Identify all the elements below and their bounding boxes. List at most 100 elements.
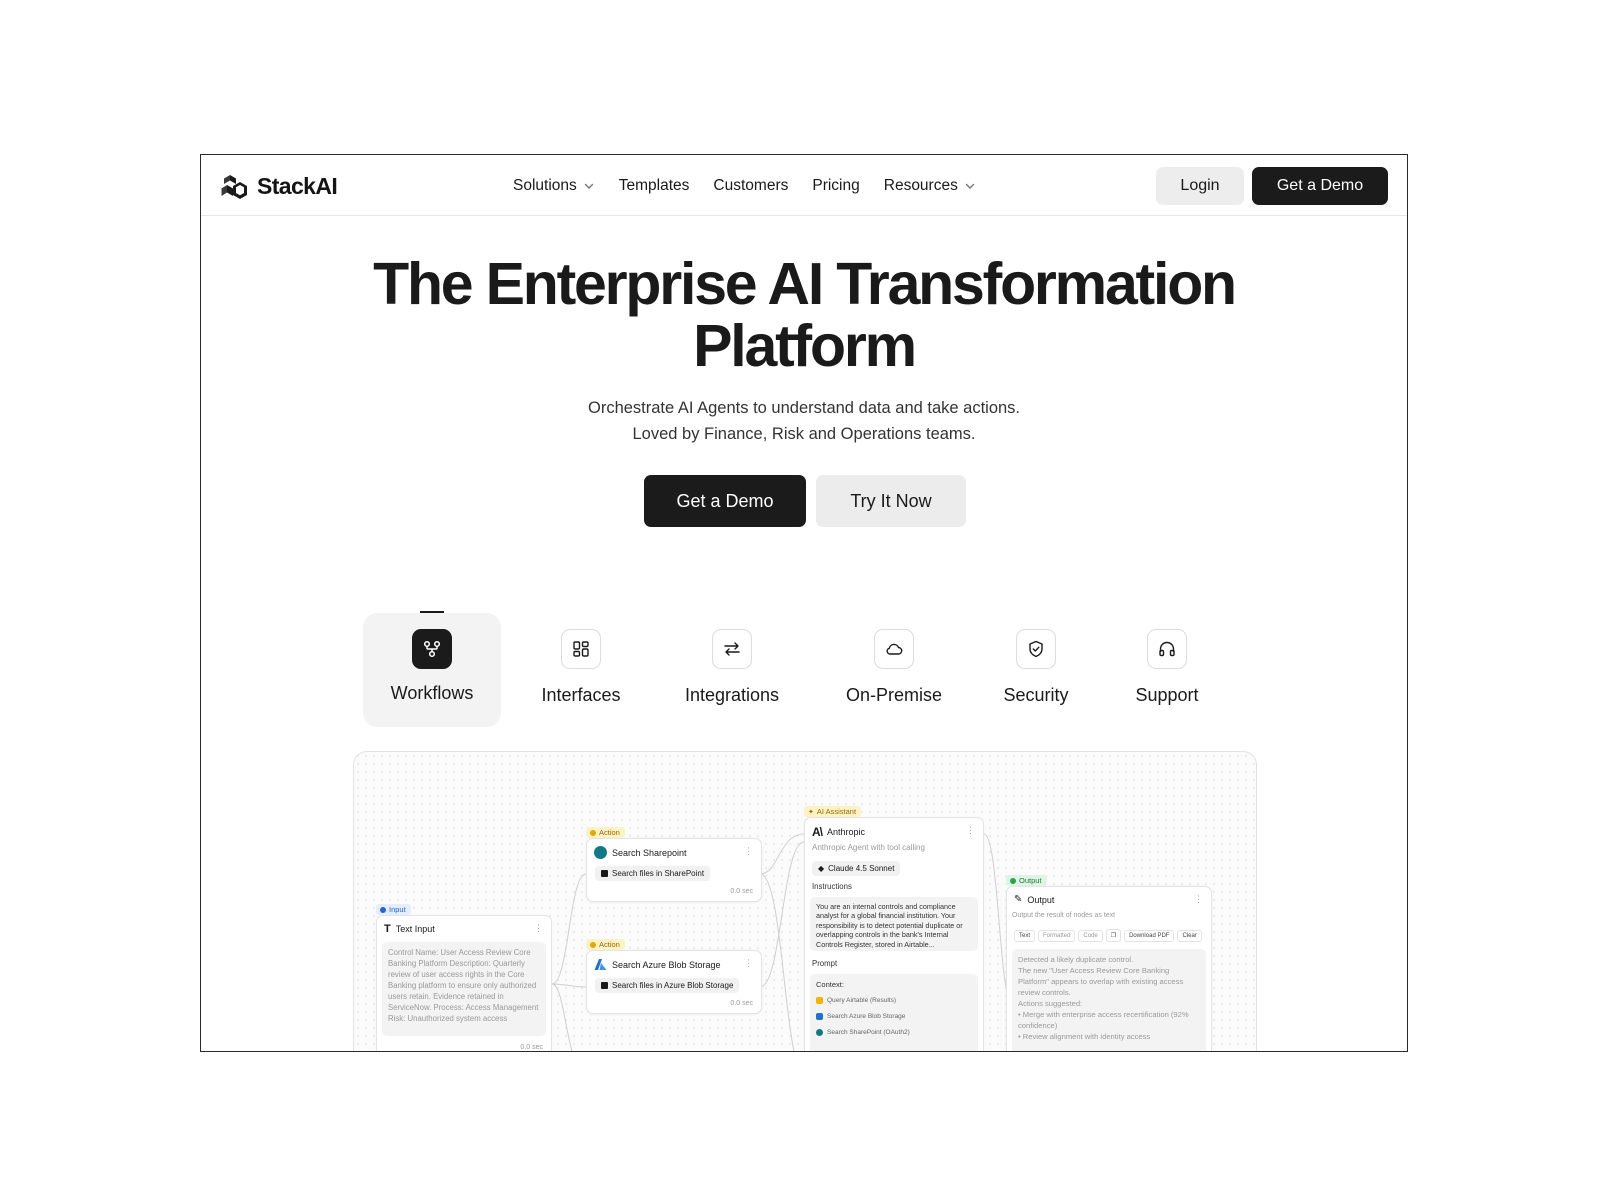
- run-time: 0.0 sec: [730, 1000, 753, 1007]
- text-type-icon: T: [384, 923, 391, 935]
- file-icon: [601, 870, 608, 877]
- input-badge-label: Input: [389, 905, 406, 914]
- text-input-node[interactable]: T Text Input ⋮ Control Name: User Access…: [376, 915, 552, 1051]
- nav-customers[interactable]: Customers: [713, 177, 788, 195]
- instructions-box[interactable]: You are an internal controls and complia…: [810, 897, 978, 951]
- node-subtitle: Output the result of nodes as text: [1012, 912, 1116, 919]
- run-time: 0.0 sec: [520, 1044, 543, 1051]
- sharepoint-badge-label: Action: [599, 828, 620, 837]
- nav-resources-label: Resources: [883, 176, 958, 194]
- azure-title: Search Azure Blob Storage: [612, 959, 721, 970]
- node-header: A\ Anthropic: [812, 825, 865, 839]
- model-pill[interactable]: ◆ Claude 4.5 Sonnet: [812, 861, 901, 876]
- tab-workflows[interactable]: Workflows: [363, 611, 501, 727]
- more-options-icon[interactable]: ⋮: [744, 847, 753, 856]
- sharepoint-pill-label: Search files in SharePoint: [612, 869, 705, 878]
- pencil-icon: ✎: [1014, 894, 1023, 905]
- login-button[interactable]: Login: [1156, 167, 1244, 205]
- output-line-4: • Merge with enterprise access recertifi…: [1018, 1010, 1189, 1030]
- azure-icon: [816, 1013, 823, 1020]
- node-header: Search Azure Blob Storage: [594, 958, 721, 971]
- badge-dot: [380, 906, 386, 913]
- node-subtitle: Anthropic Agent with tool calling: [812, 843, 925, 852]
- context-item-airtable: Query Airtable (Results): [816, 995, 972, 1006]
- badge-dot: [1010, 877, 1016, 884]
- anthropic-icon: A\: [812, 825, 823, 839]
- sharepoint-icon: [594, 846, 607, 859]
- hero-title: The Enterprise AI Transformation Platfor…: [201, 253, 1407, 377]
- output-line-3: Actions suggested:: [1018, 999, 1083, 1008]
- nav-resources[interactable]: Resources: [884, 177, 976, 195]
- text-tab[interactable]: Text: [1014, 929, 1036, 942]
- cloud-icon: [874, 629, 914, 669]
- model-icon: ◆: [818, 864, 825, 873]
- formatted-tab[interactable]: Formatted: [1038, 929, 1076, 942]
- copy-icon[interactable]: ❐: [1105, 929, 1122, 942]
- output-badge-label: Output: [1019, 876, 1042, 885]
- tab-interfaces[interactable]: Interfaces: [525, 613, 637, 727]
- shield-check-icon: [1016, 629, 1056, 669]
- tool-pill: Search files in Azure Blob Storage: [595, 978, 740, 993]
- context-item-azure: Search Azure Blob Storage: [816, 1011, 972, 1022]
- workflow-canvas[interactable]: Input T Text Input ⋮ Control Name: User …: [353, 751, 1257, 1051]
- hero-subtitle-line2: Loved by Finance, Risk and Operations te…: [632, 425, 976, 443]
- anthropic-title: Anthropic: [827, 827, 866, 837]
- more-options-icon[interactable]: ⋮: [966, 826, 975, 835]
- action-badge: Action: [586, 939, 625, 950]
- output-title: Output: [1027, 894, 1055, 905]
- arrows-swap-icon: [712, 629, 752, 669]
- output-line-1: Detected a likely duplicate control.: [1018, 955, 1134, 964]
- top-navbar: StackAI Solutions Templates Customers Pr…: [201, 155, 1407, 216]
- clear-button[interactable]: Clear: [1177, 929, 1202, 942]
- prompt-label: Prompt: [812, 959, 838, 968]
- nav-solutions[interactable]: Solutions: [513, 177, 595, 195]
- text-input-title: Text Input: [395, 924, 435, 934]
- download-pdf-button[interactable]: Download PDF: [1124, 929, 1175, 942]
- get-demo-nav-button[interactable]: Get a Demo: [1252, 167, 1388, 205]
- action-badge: Action: [586, 827, 625, 838]
- node-header: Search Sharepoint: [594, 846, 687, 859]
- more-options-icon[interactable]: ⋮: [534, 924, 543, 933]
- tab-security[interactable]: Security: [985, 613, 1087, 727]
- output-badge: Output: [1006, 875, 1047, 886]
- grid-icon: [561, 629, 601, 669]
- tab-on-premise-label: On-Premise: [845, 685, 943, 705]
- model-label: Claude 4.5 Sonnet: [828, 864, 895, 873]
- badge-dot: [590, 829, 596, 836]
- tab-on-premise[interactable]: On-Premise: [827, 613, 961, 727]
- sharepoint-icon: [816, 1029, 823, 1036]
- nav-templates[interactable]: Templates: [619, 177, 690, 195]
- try-it-now-button[interactable]: Try It Now: [816, 475, 966, 527]
- more-options-icon[interactable]: ⋮: [1194, 895, 1203, 904]
- hero-title-line1: The Enterprise AI Transformation: [373, 251, 1237, 317]
- workflow-icon: [412, 629, 452, 669]
- ai-assistant-badge: ✦ AI Assistant: [804, 806, 862, 817]
- anthropic-node[interactable]: A\ Anthropic ⋮ Anthropic Agent with tool…: [804, 817, 984, 1051]
- nav-pricing[interactable]: Pricing: [812, 177, 859, 195]
- ai-badge-label: AI Assistant: [816, 807, 857, 816]
- tab-security-label: Security: [1003, 685, 1069, 705]
- context-item-label: Search SharePoint (OAuth2): [827, 1029, 910, 1036]
- search-azure-node[interactable]: Search Azure Blob Storage ⋮ Search files…: [586, 950, 762, 1014]
- text-input-content[interactable]: Control Name: User Access Review Core Ba…: [382, 942, 546, 1036]
- tab-workflows-label: Workflows: [390, 683, 474, 703]
- get-demo-button[interactable]: Get a Demo: [644, 475, 806, 527]
- nav-solutions-label: Solutions: [513, 176, 577, 194]
- nav-links: Solutions Templates Customers Pricing Re…: [513, 155, 976, 216]
- tab-interfaces-label: Interfaces: [541, 685, 621, 705]
- active-tab-indicator: [420, 611, 444, 613]
- context-item-label: Query Airtable (Results): [827, 997, 896, 1004]
- tab-integrations[interactable]: Integrations: [667, 613, 797, 727]
- logo[interactable]: StackAI: [221, 172, 338, 200]
- node-header: ✎ Output: [1014, 894, 1054, 905]
- more-options-icon[interactable]: ⋮: [744, 959, 753, 968]
- tab-support[interactable]: Support: [1117, 613, 1217, 727]
- prompt-box[interactable]: Context: Query Airtable (Results) Search…: [810, 974, 978, 1051]
- chevron-down-icon: [584, 183, 593, 189]
- output-node[interactable]: ✎ Output ⋮ Output the result of nodes as…: [1006, 886, 1212, 1051]
- azure-badge-label: Action: [599, 940, 620, 949]
- search-sharepoint-node[interactable]: Search Sharepoint ⋮ Search files in Shar…: [586, 838, 762, 902]
- sharepoint-title: Search Sharepoint: [612, 847, 687, 858]
- code-tab[interactable]: Code: [1078, 929, 1103, 942]
- badge-dot: [590, 941, 596, 948]
